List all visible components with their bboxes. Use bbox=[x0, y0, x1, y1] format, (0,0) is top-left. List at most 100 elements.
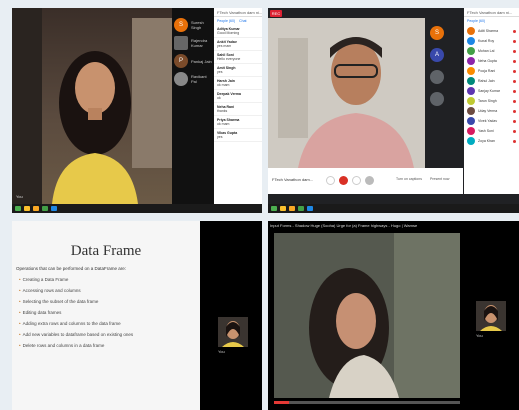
person-row[interactable]: Pooja Rani bbox=[467, 67, 516, 75]
slide-intro: Operations that can be performed on a Da… bbox=[16, 266, 127, 271]
panel-header: FTech Vanathon dam ni... bbox=[464, 8, 519, 17]
app-icon[interactable] bbox=[51, 206, 57, 211]
chat-message: Amit Singh yes bbox=[214, 64, 262, 77]
person-row[interactable]: Zoya Khan bbox=[467, 137, 516, 145]
avatar bbox=[174, 36, 188, 50]
app-icon[interactable] bbox=[298, 206, 304, 211]
mic-off-icon bbox=[513, 99, 516, 103]
bullet-item: Add new variables to dataframe based on … bbox=[19, 332, 196, 337]
participant-tile[interactable]: S Suresh Singh bbox=[174, 18, 212, 32]
controls-bar: FTech Vanathon dam... Turn on captions P… bbox=[268, 168, 463, 194]
chat-message: Sahil Soni Hello everyone bbox=[214, 51, 262, 64]
bullet-item: Delete rows and columns in a data frame bbox=[19, 343, 196, 348]
browser-icon[interactable] bbox=[280, 206, 286, 211]
avatar bbox=[467, 57, 475, 65]
person-row[interactable]: Sanjay Kumar bbox=[467, 87, 516, 95]
person-row[interactable]: Mohan Lal bbox=[467, 47, 516, 55]
folder-icon[interactable] bbox=[33, 206, 39, 211]
slide: Data Frame Operations that can be perfor… bbox=[12, 221, 200, 410]
tab-people[interactable]: People (60) bbox=[467, 19, 485, 23]
participant-avatar[interactable]: S bbox=[430, 26, 444, 40]
mic-off-icon bbox=[513, 79, 516, 83]
participant-avatar[interactable] bbox=[430, 70, 444, 84]
avatar bbox=[467, 87, 475, 95]
mic-off-icon bbox=[513, 129, 516, 133]
avatar: P bbox=[174, 54, 188, 68]
avatar bbox=[467, 27, 475, 35]
mic-off-icon bbox=[513, 69, 516, 73]
windows-start-icon[interactable] bbox=[15, 206, 21, 211]
participant-strip: S A bbox=[430, 26, 454, 106]
person-row[interactable]: Aditi Sharma bbox=[467, 27, 516, 35]
participant-name: Suresh Singh bbox=[191, 20, 204, 30]
bullet-item: Editing data frames bbox=[19, 310, 196, 315]
participant-avatar[interactable]: A bbox=[430, 48, 444, 62]
avatar bbox=[467, 77, 475, 85]
person-row[interactable]: Neha Gupta bbox=[467, 57, 516, 65]
participant-name: Rajendra Kumar bbox=[191, 38, 208, 48]
avatar bbox=[467, 37, 475, 45]
meeting-screenshot-2: REC S A FTech Vanathon dam... Turn on ca… bbox=[268, 8, 519, 213]
speaker-figure bbox=[268, 18, 425, 168]
chat-message: Priya Sharma ok mam bbox=[214, 116, 262, 129]
taskbar bbox=[12, 204, 262, 213]
mic-off-icon bbox=[513, 139, 516, 143]
speaker-figure bbox=[12, 8, 172, 204]
person-row[interactable]: Tarun Singh bbox=[467, 97, 516, 105]
person-row[interactable]: Uday Verma bbox=[467, 107, 516, 115]
participant-name: Ravikant Pal bbox=[191, 74, 207, 84]
mic-off-icon bbox=[513, 59, 516, 63]
mic-off-icon bbox=[513, 39, 516, 43]
participant-name: Pankaj Jain bbox=[191, 58, 212, 64]
participant-tile[interactable]: Rajendra Kumar bbox=[174, 36, 212, 50]
tab-chat[interactable]: Chat bbox=[239, 19, 246, 23]
captions-button[interactable]: Turn on captions bbox=[396, 177, 422, 181]
recording-badge: REC bbox=[270, 10, 282, 17]
end-call-button[interactable] bbox=[339, 176, 348, 185]
video-progress-bar[interactable] bbox=[274, 401, 460, 404]
person-row[interactable]: Rahul Jain bbox=[467, 77, 516, 85]
mic-button[interactable] bbox=[326, 176, 335, 185]
chat-message: Neha Rani thanks bbox=[214, 103, 262, 116]
presenter-thumbnail bbox=[218, 317, 248, 347]
slide-title: Data Frame bbox=[70, 243, 142, 259]
tab-people[interactable]: People (60) bbox=[217, 19, 235, 23]
presenter-camera[interactable] bbox=[476, 301, 506, 331]
windows-start-icon[interactable] bbox=[271, 206, 277, 211]
participant-tile[interactable]: P Pankaj Jain bbox=[174, 54, 212, 68]
bullet-item: Selecting the subset of the data frame bbox=[19, 299, 196, 304]
app-icon[interactable] bbox=[307, 206, 313, 211]
mic-off-icon bbox=[513, 49, 516, 53]
raise-hand-button[interactable] bbox=[365, 176, 374, 185]
shared-video[interactable] bbox=[274, 233, 460, 398]
app-icon[interactable] bbox=[42, 206, 48, 211]
present-button[interactable]: Present now bbox=[430, 177, 449, 181]
folder-icon[interactable] bbox=[289, 206, 295, 211]
people-list: Aditi Sharma Kunal Roy Mohan Lal Neha Gu… bbox=[464, 25, 519, 147]
chat-message: Vikas Gupta yes bbox=[214, 129, 262, 142]
panel-header: FTech Vanathon dam ni... bbox=[214, 8, 262, 17]
speaker-video bbox=[12, 8, 172, 204]
mic-off-icon bbox=[513, 119, 516, 123]
meeting-screenshot-1: REC S Suresh Singh Rajendra Kumar P Pank… bbox=[12, 8, 262, 213]
avatar bbox=[174, 72, 188, 86]
avatar bbox=[467, 67, 475, 75]
presenter-camera[interactable] bbox=[218, 317, 248, 347]
camera-button[interactable] bbox=[352, 176, 361, 185]
avatar bbox=[467, 47, 475, 55]
self-name: You bbox=[16, 194, 23, 199]
presentation-screenshot: Data Frame Operations that can be perfor… bbox=[12, 221, 262, 410]
person-row[interactable]: Vivek Yadav bbox=[467, 117, 516, 125]
browser-icon[interactable] bbox=[24, 206, 30, 211]
avatar: S bbox=[174, 18, 188, 32]
self-name: You bbox=[476, 333, 483, 338]
chat-message: Harsh Jain ok mam bbox=[214, 77, 262, 90]
chat-panel: FTech Vanathon dam ni... People (60) Cha… bbox=[214, 8, 262, 204]
person-row[interactable]: Kunal Roy bbox=[467, 37, 516, 45]
participant-tile[interactable]: Ravikant Pal bbox=[174, 72, 212, 86]
avatar bbox=[467, 107, 475, 115]
person-row[interactable]: Yash Soni bbox=[467, 127, 516, 135]
mic-off-icon bbox=[513, 29, 516, 33]
self-name: You bbox=[218, 349, 225, 354]
participant-avatar[interactable] bbox=[430, 92, 444, 106]
